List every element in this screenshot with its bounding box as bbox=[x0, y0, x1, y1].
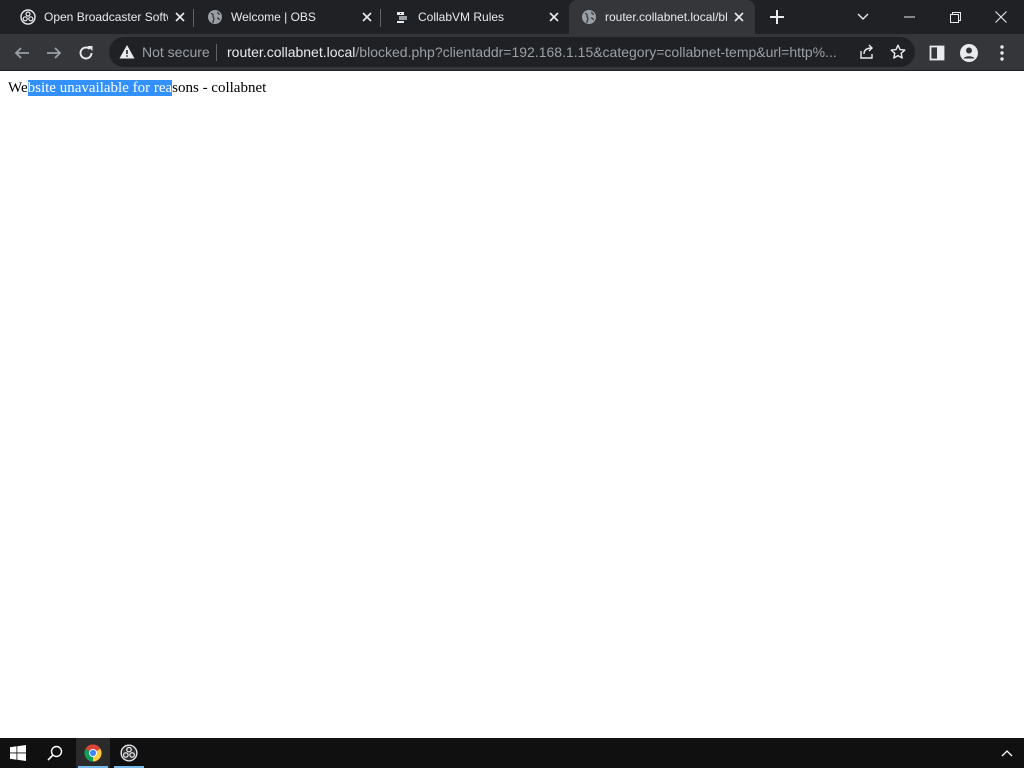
bookmark-star-icon[interactable] bbox=[888, 42, 908, 62]
warning-icon[interactable] bbox=[119, 44, 135, 60]
globe-icon bbox=[207, 9, 223, 25]
tab-separator bbox=[193, 9, 194, 27]
url-text[interactable]: router.collabnet.local/blocked.php?clien… bbox=[227, 45, 852, 60]
share-icon[interactable] bbox=[857, 42, 877, 62]
tab-welcome-obs[interactable]: Welcome | OBS bbox=[195, 0, 381, 34]
tab-obs[interactable]: Open Broadcaster Software bbox=[8, 0, 194, 34]
back-button[interactable] bbox=[8, 39, 36, 67]
tab-router-blocked[interactable]: router.collabnet.local/blocked.php bbox=[569, 0, 755, 34]
blocked-message: Website unavailable for reasons - collab… bbox=[8, 80, 266, 97]
tab-title: CollabVM Rules bbox=[418, 10, 505, 24]
search-icon bbox=[47, 745, 63, 761]
browser-toolbar: Not secure router.collabnet.local/blocke… bbox=[0, 34, 1024, 71]
close-tab-icon[interactable] bbox=[545, 8, 563, 26]
obs-icon bbox=[120, 744, 138, 762]
globe-icon bbox=[581, 9, 597, 25]
message-text-start: We bbox=[8, 80, 28, 96]
search-button[interactable] bbox=[38, 738, 72, 768]
start-button[interactable] bbox=[0, 738, 36, 768]
security-label[interactable]: Not secure bbox=[142, 45, 210, 60]
tab-title: router.collabnet.local/blocked.php bbox=[605, 10, 727, 24]
windows-logo-icon bbox=[10, 745, 26, 761]
forward-button[interactable] bbox=[40, 39, 68, 67]
profile-avatar-icon[interactable] bbox=[957, 41, 981, 65]
chevron-up-icon bbox=[1001, 750, 1013, 757]
tab-strip: Open Broadcaster Software Welcome | OBS … bbox=[0, 0, 1024, 34]
side-panel-icon[interactable] bbox=[925, 41, 949, 65]
minimize-button[interactable] bbox=[886, 0, 932, 34]
close-tab-icon[interactable] bbox=[730, 8, 748, 26]
obs-icon bbox=[20, 9, 36, 25]
close-tab-icon[interactable] bbox=[171, 8, 189, 26]
message-text-end: sons - collabnet bbox=[172, 80, 267, 96]
address-bar[interactable]: Not secure router.collabnet.local/blocke… bbox=[109, 37, 915, 67]
menu-kebab-icon[interactable] bbox=[990, 41, 1014, 65]
tab-title: Open Broadcaster Software bbox=[44, 10, 168, 24]
windows-taskbar bbox=[0, 738, 1024, 768]
reload-button[interactable] bbox=[72, 39, 100, 67]
collabvm-icon bbox=[394, 9, 410, 25]
tab-search-chevron-icon[interactable] bbox=[840, 0, 886, 34]
selected-text: bsite unavailable for rea bbox=[27, 80, 173, 96]
tab-title: Welcome | OBS bbox=[231, 10, 316, 24]
tab-separator bbox=[380, 9, 381, 27]
taskbar-obs[interactable] bbox=[112, 738, 146, 768]
url-path: /blocked.php?clientaddr=192.168.1.15&cat… bbox=[355, 45, 837, 60]
show-hidden-icons-button[interactable] bbox=[992, 738, 1022, 768]
restore-button[interactable] bbox=[932, 0, 978, 34]
close-tab-icon[interactable] bbox=[358, 8, 376, 26]
omnibox-divider bbox=[216, 44, 217, 61]
new-tab-button[interactable] bbox=[766, 6, 788, 28]
close-window-button[interactable] bbox=[978, 0, 1024, 34]
taskbar-chrome[interactable] bbox=[76, 738, 110, 768]
page-content: Website unavailable for reasons - collab… bbox=[0, 72, 1024, 738]
tab-collabvm-rules[interactable]: CollabVM Rules bbox=[382, 0, 568, 34]
chrome-icon bbox=[84, 744, 102, 762]
url-host: router.collabnet.local bbox=[227, 45, 356, 60]
